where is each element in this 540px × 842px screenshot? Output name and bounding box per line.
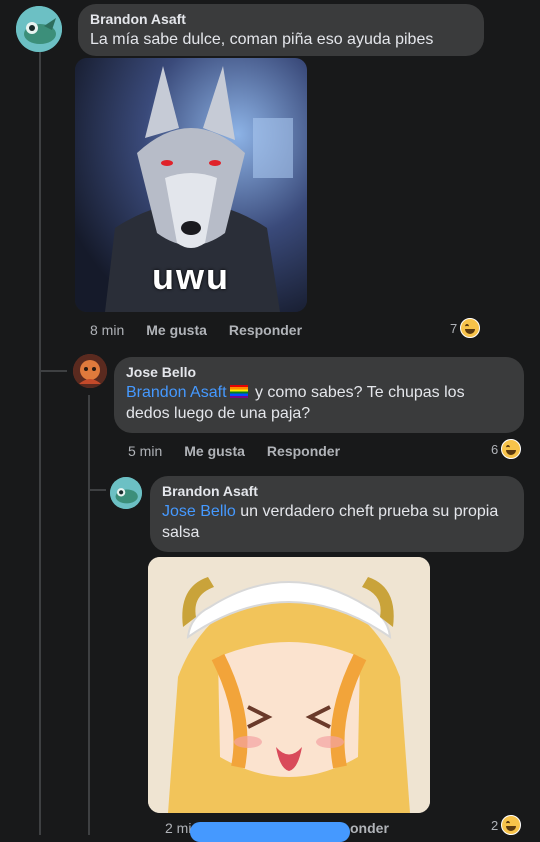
haha-reaction-icon: [460, 318, 481, 338]
image-caption: uwu: [152, 256, 230, 297]
avatar-character-icon: [73, 354, 107, 388]
like-button[interactable]: Me gusta: [146, 322, 207, 338]
comment-time[interactable]: 2 mi: [165, 820, 191, 836]
comment-text: La mía sabe dulce, coman piña eso ayuda …: [90, 31, 434, 48]
comment-bubble[interactable]: Jose Bello Brandon Asaft y como sabes? T…: [114, 357, 524, 433]
comment-author[interactable]: Jose Bello: [126, 364, 512, 380]
comment-bubble[interactable]: Brandon Asaft La mía sabe dulce, coman p…: [78, 4, 484, 56]
comment-time[interactable]: 8 min: [90, 322, 124, 338]
reaction-number: 2: [491, 817, 499, 833]
comment-bubble[interactable]: Brandon Asaft Jose Bello un verdadero ch…: [150, 476, 524, 552]
avatar-dragon-icon: [16, 6, 62, 52]
comment-actions-partial: onder: [350, 820, 411, 836]
avatar[interactable]: [110, 477, 142, 509]
thread-line-branch-2: [88, 489, 106, 491]
comment-author[interactable]: Brandon Asaft: [90, 11, 472, 27]
reaction-count[interactable]: 7: [450, 318, 481, 338]
comment-text-line: Jose Bello un verdadero cheft prueba su …: [162, 501, 512, 543]
reply-button[interactable]: onder: [350, 820, 389, 836]
new-comments-pill[interactable]: [190, 822, 350, 842]
comment-author[interactable]: Brandon Asaft: [162, 483, 512, 499]
reaction-count[interactable]: 2: [491, 815, 522, 835]
haha-reaction-icon: [501, 815, 522, 835]
comment-time[interactable]: 5 min: [128, 443, 162, 459]
mention-link[interactable]: Jose Bello: [162, 503, 236, 520]
mention-link[interactable]: Brandon Asaft: [126, 384, 227, 401]
reaction-number: 7: [450, 320, 458, 336]
thread-line-branch-1: [39, 370, 67, 372]
thread-line-main: [39, 52, 41, 835]
haha-reaction-icon: [501, 439, 522, 459]
rainbow-flag-icon: [229, 385, 248, 398]
comment-actions: 5 min Me gusta Responder: [128, 443, 362, 459]
avatar-dragon-icon: [110, 477, 142, 509]
reaction-count[interactable]: 6: [491, 439, 522, 459]
avatar[interactable]: [16, 6, 62, 52]
comment-text-line: Brandon Asaft y como sabes? Te chupas lo…: [126, 382, 512, 424]
thread-line-sub: [88, 395, 90, 835]
comment-image-wolf[interactable]: uwu: [75, 58, 307, 312]
avatar[interactable]: [73, 354, 107, 388]
reply-button[interactable]: Responder: [229, 322, 302, 338]
reply-button[interactable]: Responder: [267, 443, 340, 459]
anime-reaction-image: [148, 557, 430, 813]
comment-image-anime[interactable]: [148, 557, 430, 813]
like-button[interactable]: Me gusta: [184, 443, 245, 459]
reaction-number: 6: [491, 441, 499, 457]
comment-actions: 8 min Me gusta Responder: [90, 322, 324, 338]
